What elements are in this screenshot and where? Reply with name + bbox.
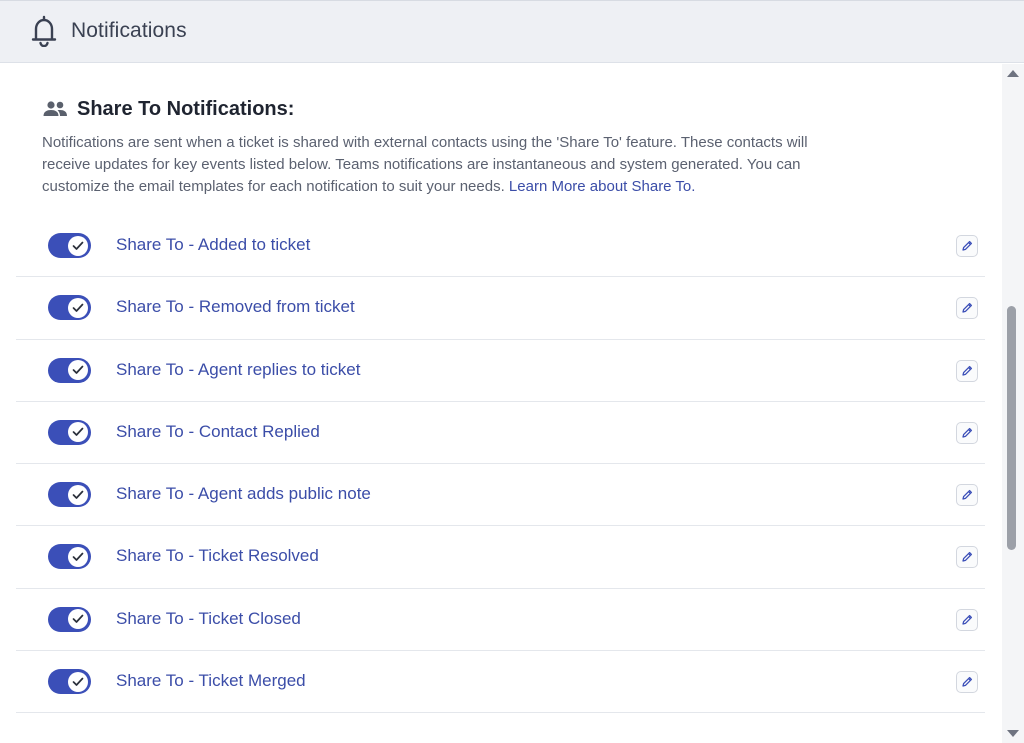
notification-list: Share To - Added to ticket Share To - Re… <box>16 215 985 714</box>
notification-label: Share To - Ticket Resolved <box>116 546 319 566</box>
edit-button[interactable] <box>956 235 978 257</box>
check-icon <box>72 428 84 437</box>
enable-toggle[interactable] <box>48 419 91 445</box>
edit-button[interactable] <box>956 484 978 507</box>
main-content: Share To Notifications: Notifications ar… <box>0 64 1002 743</box>
toggle-knob <box>68 422 88 443</box>
check-icon <box>72 303 84 312</box>
notification-row: Share To - Added to ticket <box>16 215 985 278</box>
pencil-icon <box>962 427 973 438</box>
enable-toggle[interactable] <box>48 482 91 508</box>
page-title: Notifications <box>71 19 187 42</box>
pencil-icon <box>962 365 973 376</box>
pencil-icon <box>962 490 973 500</box>
notification-label: Share To - Ticket Merged <box>116 671 306 691</box>
notification-row: Share To - Removed from ticket <box>16 277 985 340</box>
vertical-scrollbar[interactable] <box>1002 64 1024 743</box>
notification-row: Share To - Agent replies to ticket <box>16 340 985 402</box>
notification-label: Share To - Agent replies to ticket <box>116 359 361 379</box>
enable-toggle[interactable] <box>48 357 91 383</box>
enable-toggle[interactable] <box>48 669 91 695</box>
notification-label: Share To - Agent adds public note <box>116 484 371 504</box>
notification-row: Share To - Contact Replied <box>16 402 985 465</box>
scroll-up-arrow-icon[interactable] <box>1007 70 1019 77</box>
check-icon <box>72 552 84 561</box>
pencil-icon <box>962 240 973 251</box>
toggle-knob <box>68 360 88 381</box>
edit-button[interactable] <box>956 359 978 382</box>
pencil-icon <box>962 303 973 313</box>
section-header: Share To Notifications: <box>42 94 294 124</box>
section-description: Notifications are sent when a ticket is … <box>42 132 842 198</box>
people-icon <box>43 101 67 116</box>
toggle-knob <box>68 671 88 692</box>
toggle-knob <box>68 546 88 567</box>
scrollbar-thumb[interactable] <box>1007 306 1016 550</box>
pencil-icon <box>962 677 973 687</box>
pencil-icon <box>962 614 973 625</box>
bell-icon <box>31 15 57 47</box>
notification-row: Share To - Ticket Closed <box>16 589 985 652</box>
scroll-down-arrow-icon[interactable] <box>1007 730 1019 737</box>
edit-button[interactable] <box>956 297 978 320</box>
edit-button[interactable] <box>956 671 978 694</box>
notification-row: Share To - Ticket Merged <box>16 651 985 714</box>
notification-label: Share To - Added to ticket <box>116 235 311 254</box>
enable-toggle[interactable] <box>48 295 91 321</box>
check-icon <box>72 365 84 374</box>
notification-row: Share To - Agent adds public note <box>16 464 985 527</box>
pencil-icon <box>962 552 973 563</box>
notification-label: Share To - Removed from ticket <box>116 297 355 317</box>
toggle-knob <box>68 609 88 630</box>
check-icon <box>72 677 84 686</box>
enable-toggle[interactable] <box>48 544 91 570</box>
check-icon <box>72 241 84 250</box>
toggle-knob <box>68 297 88 318</box>
section-title: Share To Notifications: <box>77 97 295 120</box>
notification-label: Share To - Contact Replied <box>116 421 320 441</box>
enable-toggle[interactable] <box>48 606 91 632</box>
edit-button[interactable] <box>956 421 978 444</box>
check-icon <box>72 490 84 499</box>
edit-button[interactable] <box>956 546 978 569</box>
check-icon <box>72 614 84 624</box>
notification-row: Share To - Ticket Resolved <box>16 526 985 589</box>
notification-label: Share To - Ticket Closed <box>116 608 301 628</box>
edit-button[interactable] <box>956 608 978 631</box>
page-header: Notifications <box>0 0 1024 63</box>
toggle-knob <box>68 484 88 505</box>
toggle-knob <box>68 235 88 256</box>
enable-toggle[interactable] <box>48 233 91 258</box>
learn-more-link[interactable]: Learn More about Share To. <box>509 178 696 195</box>
